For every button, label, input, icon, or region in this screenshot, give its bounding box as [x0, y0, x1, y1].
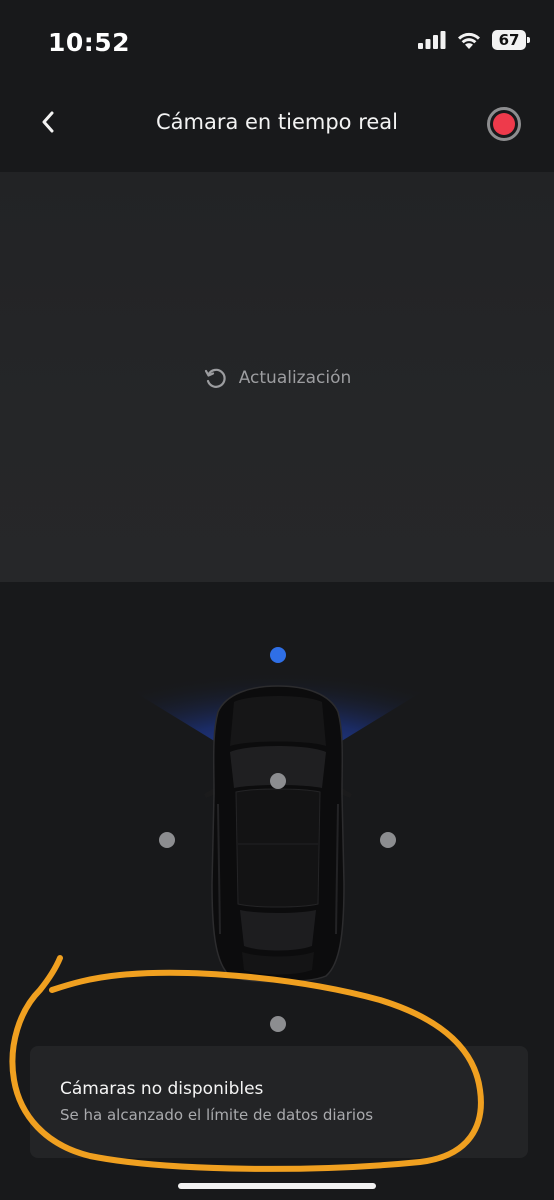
refresh-button[interactable]: Actualización — [0, 365, 554, 391]
battery-icon: 67 — [492, 30, 530, 50]
wifi-icon — [458, 32, 480, 49]
signal-icon — [418, 31, 446, 49]
notice-title: Cámaras no disponibles — [60, 1079, 264, 1099]
car-top-view — [204, 685, 352, 983]
camera-right-button[interactable] — [380, 832, 396, 848]
camera-front-button[interactable] — [270, 647, 286, 663]
status-icons: 67 — [418, 30, 530, 50]
status-time: 10:52 — [48, 28, 131, 57]
refresh-icon — [204, 368, 226, 388]
refresh-label: Actualización — [238, 368, 352, 388]
camera-rear-button[interactable] — [270, 1016, 286, 1032]
battery-level: 67 — [498, 31, 520, 49]
notice-card — [30, 1046, 528, 1158]
camera-cabin-button[interactable] — [270, 773, 286, 789]
notice-subtitle: Se ha alcanzado el límite de datos diari… — [60, 1106, 374, 1124]
home-indicator[interactable] — [178, 1183, 376, 1189]
record-icon — [493, 113, 515, 135]
page-title: Cámara en tiempo real — [155, 110, 399, 134]
camera-left-button[interactable] — [159, 832, 175, 848]
record-button[interactable] — [487, 107, 521, 141]
